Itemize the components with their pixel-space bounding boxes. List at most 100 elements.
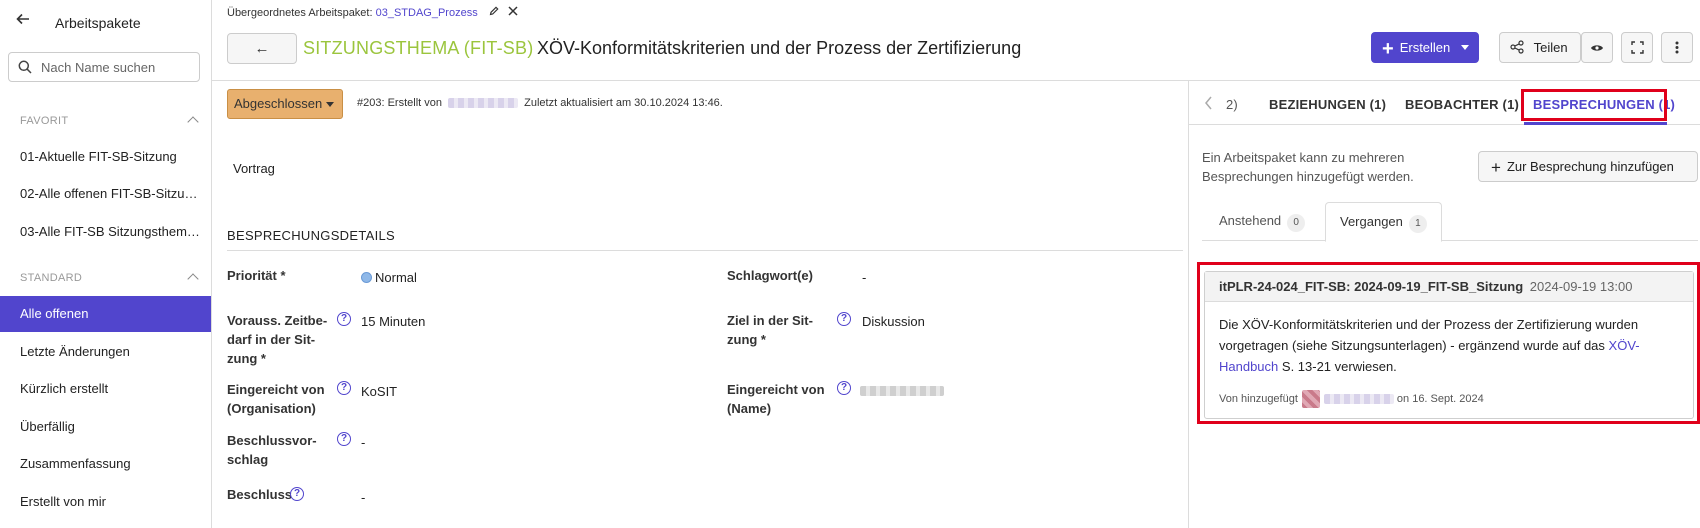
meeting-card: itPLR-24-024_FIT-SB: 2024-09-19_FIT-SB_S… — [1204, 271, 1694, 419]
create-button[interactable]: + Erstellen — [1371, 32, 1479, 63]
search-field[interactable] — [8, 52, 200, 82]
tab-anstehend-label: Anstehend — [1219, 213, 1282, 228]
section-standard-label: STANDARD — [20, 272, 83, 284]
tab-vergangen-count: 1 — [1408, 215, 1427, 233]
field-value-beschluss[interactable]: - — [361, 490, 365, 505]
tabs-scroll-left-icon[interactable] — [1204, 96, 1213, 113]
sidebar-item-zusammenfassung[interactable]: Zusammenfassung — [0, 446, 211, 482]
status-label: Abgeschlossen — [234, 96, 323, 111]
fullscreen-button[interactable] — [1621, 32, 1653, 63]
label-line: Eingereicht von — [227, 382, 325, 397]
meetings-info-text: Ein Arbeitspaket kann zu mehreren Bespre… — [1202, 150, 1414, 184]
sidebar-item-alle-offenen-sitzungsthemen[interactable]: 02-Alle offenen FIT-SB-Sitzungsthemen — [0, 176, 211, 212]
add-to-meeting-button[interactable]: + Zur Besprechung hinzufügen — [1478, 151, 1698, 182]
watch-button[interactable] — [1581, 32, 1613, 63]
section-favorit-label: FAVORIT — [20, 115, 69, 127]
help-icon[interactable]: ? — [837, 312, 851, 326]
sidebar-item-ueberfaellig[interactable]: Überfällig — [0, 409, 211, 445]
meeting-notes-text: Die XÖV-Konformitätskriterien und der Pr… — [1219, 317, 1639, 353]
tab-vergangen-label: Vergangen — [1340, 214, 1403, 229]
added-by-name-redacted[interactable] — [1323, 394, 1394, 404]
section-title: BESPRECHUNGSDETAILS — [227, 228, 395, 243]
field-label-eingereicht-name: Eingereicht von (Name) — [727, 380, 837, 418]
tab-vergangen[interactable]: Vergangen 1 — [1325, 202, 1442, 242]
close-icon[interactable] — [508, 6, 518, 19]
meta-updated: Zuletzt aktualisiert am 30.10.2024 13:46… — [524, 97, 723, 109]
sidebar-item-alle-sitzungsthemen[interactable]: 03-Alle FIT-SB Sitzungsthemen — [0, 214, 211, 250]
caret-down-icon — [1461, 45, 1469, 50]
meeting-card-footer: Von hinzugefügt on 16. Sept. 2024 — [1219, 390, 1484, 408]
back-button[interactable]: ← — [227, 33, 297, 64]
sidebar-item-erstellt-von-mir[interactable]: Erstellt von mir — [0, 484, 211, 520]
field-value-schlagworte[interactable]: - — [862, 270, 866, 285]
tab-beziehungen[interactable]: BEZIEHUNGEN (1) — [1269, 97, 1386, 112]
share-icon — [1510, 40, 1528, 55]
sidebar-item-aktuelle-sitzung[interactable]: 01-Aktuelle FIT-SB-Sitzung — [0, 139, 211, 175]
meeting-notes: Die XÖV-Konformitätskriterien und der Pr… — [1219, 314, 1683, 377]
field-value-zeitbedarf[interactable]: 15 Minuten — [361, 314, 425, 329]
field-value-beschlussvorschlag[interactable]: - — [361, 435, 365, 450]
chevron-up-icon[interactable] — [187, 273, 199, 285]
sidebar-item-alle-offenen[interactable]: Alle offenen — [0, 296, 211, 332]
field-value-ziel[interactable]: Diskussion — [862, 314, 925, 329]
tab-beobachter[interactable]: BEOBACHTER (1) — [1405, 97, 1519, 112]
parent-workpackage: Übergeordnetes Arbeitspaket: 03_STDAG_Pr… — [227, 6, 518, 19]
field-value-prioritaet[interactable]: Normal — [361, 270, 417, 285]
fullscreen-icon — [1630, 40, 1644, 55]
sidebar-item-letzte-aenderungen[interactable]: Letzte Änderungen — [0, 334, 211, 370]
label-line: Eingereicht von — [727, 382, 825, 397]
label-line: schlag — [227, 452, 269, 467]
meeting-datetime: 2024-09-19 13:00 — [1529, 279, 1633, 294]
added-by-prefix: Von hinzugefügt — [1219, 392, 1298, 405]
chevron-up-icon[interactable] — [187, 116, 199, 128]
workpackage-subject[interactable]: XÖV-Konformitätskriterien und der Prozes… — [537, 38, 1021, 59]
sidebar-item-kuerzlich-erstellt[interactable]: Kürzlich erstellt — [0, 371, 211, 407]
section-divider — [227, 250, 1183, 251]
tab-overflow[interactable]: 2) — [1226, 97, 1238, 112]
plus-icon: + — [1491, 158, 1501, 177]
priority-dot-icon — [361, 272, 372, 283]
more-button[interactable] — [1661, 32, 1693, 63]
field-label-beschluss: Beschluss — [227, 487, 293, 502]
label-line: zung * — [227, 351, 266, 366]
back-arrow-icon[interactable] — [16, 12, 30, 31]
field-label-ziel: Ziel in der Sit- zung * — [727, 311, 827, 349]
status-dropdown[interactable]: Abgeschlossen — [227, 89, 343, 119]
label-line: Ziel in der Sit- — [727, 313, 813, 328]
help-icon[interactable]: ? — [337, 432, 351, 446]
meeting-title[interactable]: itPLR-24-024_FIT-SB: 2024-09-19_FIT-SB_S… — [1219, 279, 1523, 294]
meta-created-by: #203: Erstellt von — [357, 97, 442, 109]
label-line: Beschlussvor- — [227, 433, 317, 448]
share-button-label: Teilen — [1533, 40, 1568, 55]
parent-label: Übergeordnetes Arbeitspaket: — [227, 7, 373, 19]
help-icon[interactable]: ? — [337, 381, 351, 395]
description-text[interactable]: Vortrag — [233, 161, 275, 176]
added-on-date: on 16. Sept. 2024 — [1396, 392, 1484, 405]
avatar — [1301, 390, 1320, 408]
search-input[interactable] — [39, 59, 189, 76]
field-value-eingereicht-org[interactable]: KoSIT — [361, 384, 397, 399]
subtab-divider — [1202, 240, 1698, 241]
tab-anstehend[interactable]: Anstehend 0 — [1205, 202, 1319, 242]
field-label-beschlussvorschlag: Beschlussvor- schlag — [227, 431, 327, 469]
workpackage-type: SITZUNGSTHEMA (FIT-SB) — [303, 38, 534, 58]
label-line: zung * — [727, 332, 766, 347]
panel-divider — [1188, 81, 1189, 528]
submitter-name-redacted[interactable] — [860, 386, 944, 396]
label-line: darf in der Sit- — [227, 332, 316, 347]
pencil-icon[interactable] — [489, 6, 502, 19]
author-name-redacted[interactable] — [448, 98, 519, 109]
share-button[interactable]: Teilen — [1499, 32, 1581, 63]
help-icon[interactable]: ? — [337, 312, 351, 326]
tab-anstehend-count: 0 — [1287, 214, 1306, 232]
search-icon — [18, 60, 32, 77]
help-icon[interactable]: ? — [837, 381, 851, 395]
active-tab-underline — [1524, 122, 1667, 125]
more-vertical-icon — [1675, 40, 1679, 55]
field-label-schlagworte: Schlagwort(e) — [727, 268, 813, 283]
field-label-prioritaet: Priorität * — [227, 268, 286, 283]
add-to-meeting-label: Zur Besprechung hinzufügen — [1506, 159, 1674, 174]
help-icon[interactable]: ? — [290, 487, 304, 501]
label-line: (Name) — [727, 401, 772, 416]
parent-link[interactable]: 03_STDAG_Prozess — [376, 7, 478, 19]
